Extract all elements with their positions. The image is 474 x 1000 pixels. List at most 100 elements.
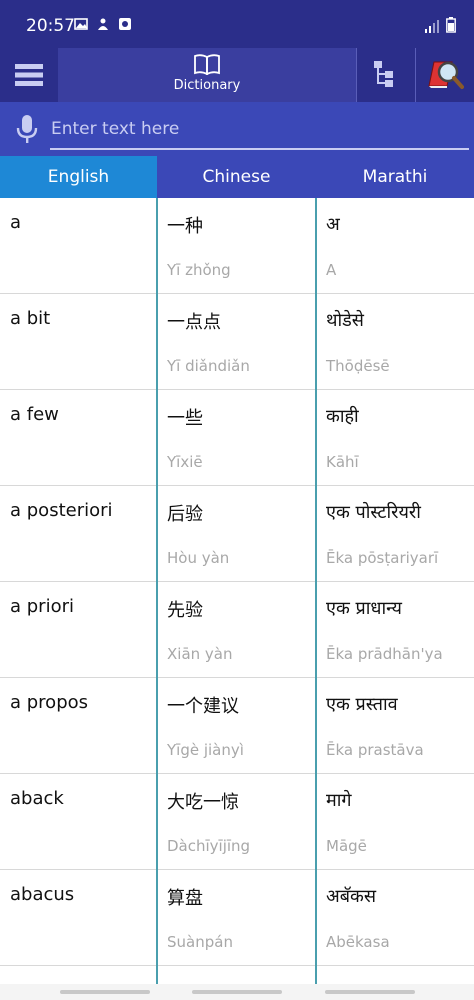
chinese-word: 一种 <box>167 216 203 237</box>
marathi-cell: अA <box>316 198 474 294</box>
table-row[interactable]: a 一种 Yī zhǒng अA <box>0 198 474 294</box>
marathi-romanization: Māgē <box>326 837 367 855</box>
chinese-romanization: Hòu yàn <box>167 549 230 567</box>
marathi-word: एक प्रस्ताव <box>326 694 398 715</box>
marathi-romanization: Kāhī <box>326 453 359 471</box>
chinese-word: 后验 <box>167 504 203 525</box>
chinese-cell: 算盘 Suànpán <box>157 870 315 966</box>
list-menu-icon <box>15 64 43 86</box>
english-word: a posteriori <box>10 500 113 521</box>
chinese-cell: 一点点 Yī diǎndiǎn <box>157 294 315 390</box>
chinese-cell: 一种 Yī zhǒng <box>157 198 315 294</box>
status-bar: 20:57 <box>0 0 474 48</box>
english-word: a bit <box>10 308 51 329</box>
chinese-romanization: Yī diǎndiǎn <box>167 357 250 375</box>
system-nav-bar <box>0 984 474 1000</box>
menu-button[interactable] <box>0 48 58 102</box>
dictionary-tab[interactable]: Dictionary <box>58 48 356 102</box>
english-cell: a few <box>0 390 156 486</box>
nav-home-handle[interactable] <box>192 990 282 994</box>
marathi-romanization: Abēkasa <box>326 933 390 951</box>
english-word: a few <box>10 404 59 425</box>
english-word: a propos <box>10 692 89 713</box>
chinese-romanization: Yīxiē <box>167 453 203 471</box>
marathi-romanization: A <box>326 261 337 279</box>
marathi-word: अबॅकस <box>326 886 377 907</box>
tab-chinese[interactable]: Chinese <box>157 156 316 198</box>
column-divider <box>315 198 317 984</box>
chinese-romanization: Yīgè jiànyì <box>167 741 244 759</box>
english-cell: a posteriori <box>0 486 156 582</box>
marathi-cell: काही Kāhī <box>316 390 474 486</box>
word-list: a 一种 Yī zhǒng अA a bit 一点点 Yī diǎndiǎn थोड… <box>0 198 474 1000</box>
marathi-word: मागे <box>326 790 352 811</box>
notification-icons <box>74 17 132 31</box>
search-bar <box>0 102 474 156</box>
signal-icon <box>425 20 439 33</box>
table-row[interactable]: a priori 先验 Xiān yàn एक प्राधान्य Ēka prād… <box>0 582 474 678</box>
chinese-romanization: Suànpán <box>167 933 233 951</box>
search-dictionary-button[interactable] <box>416 48 474 102</box>
chinese-word: 一个建议 <box>167 696 239 717</box>
book-magnifier-icon <box>428 61 464 89</box>
marathi-romanization: Ēka prādhān'ya <box>326 645 443 663</box>
app-notification-icon <box>98 18 108 30</box>
app-toolbar: Dictionary <box>0 48 474 102</box>
chinese-cell: 后验 Hòu yàn <box>157 486 315 582</box>
chinese-word: 先验 <box>167 600 203 621</box>
chinese-word: 一点点 <box>167 312 221 333</box>
marathi-cell: थोडेसे Thōḍēsē <box>316 294 474 390</box>
table-row[interactable]: aback 大吃一惊 Dàchīyījīng मागे Māgē <box>0 774 474 870</box>
marathi-cell: एक प्राधान्य Ēka prādhān'ya <box>316 582 474 678</box>
table-row[interactable]: a posteriori 后验 Hòu yàn एक पोस्टरियरी Ēka … <box>0 486 474 582</box>
marathi-word: एक पोस्टरियरी <box>326 502 421 523</box>
chinese-word: 算盘 <box>167 888 203 909</box>
column-divider <box>156 198 158 984</box>
english-cell: a priori <box>0 582 156 678</box>
english-cell: a bit <box>0 294 156 390</box>
search-input[interactable] <box>50 114 469 150</box>
table-row[interactable]: abacus 算盘 Suànpán अबॅकस Abēkasa <box>0 870 474 966</box>
chinese-cell: 一个建议 Yīgè jiànyì <box>157 678 315 774</box>
marathi-romanization: Ēka prastāva <box>326 741 424 759</box>
chinese-romanization: Yī zhǒng <box>167 261 231 279</box>
marathi-word: एक प्राधान्य <box>326 598 402 619</box>
marathi-word: थोडेसे <box>326 310 364 331</box>
camera-notification-icon <box>119 18 131 30</box>
gallery-icon <box>74 18 88 30</box>
status-time: 20:57 <box>26 16 75 36</box>
dictionary-label: Dictionary <box>173 78 241 93</box>
chinese-word: 一些 <box>167 408 203 429</box>
english-cell: aback <box>0 774 156 870</box>
tab-english[interactable]: English <box>0 156 157 198</box>
english-cell: a propos <box>0 678 156 774</box>
hierarchy-button[interactable] <box>357 48 415 102</box>
marathi-cell: एक प्रस्ताव Ēka prastāva <box>316 678 474 774</box>
chinese-romanization: Dàchīyījīng <box>167 837 251 855</box>
nav-recents-handle[interactable] <box>325 990 415 994</box>
microphone-icon[interactable] <box>15 114 39 144</box>
english-word: aback <box>10 788 64 809</box>
chinese-cell: 先验 Xiān yàn <box>157 582 315 678</box>
english-cell: abacus <box>0 870 156 966</box>
system-icons <box>424 17 456 33</box>
nav-back-handle[interactable] <box>60 990 150 994</box>
english-word: abacus <box>10 884 75 905</box>
marathi-cell: अबॅकस Abēkasa <box>316 870 474 966</box>
tab-marathi[interactable]: Marathi <box>316 156 474 198</box>
marathi-romanization: Ēka pōsṭariyarī <box>326 549 439 567</box>
english-word: a <box>10 212 22 233</box>
chinese-cell: 一些 Yīxiē <box>157 390 315 486</box>
marathi-word: काही <box>326 406 359 427</box>
marathi-cell: मागे Māgē <box>316 774 474 870</box>
chinese-word: 大吃一惊 <box>167 792 239 813</box>
battery-icon <box>446 17 456 33</box>
open-book-icon <box>194 54 220 75</box>
table-row[interactable]: a propos 一个建议 Yīgè jiànyì एक प्रस्ताव Ēka … <box>0 678 474 774</box>
table-row[interactable]: a few 一些 Yīxiē काही Kāhī <box>0 390 474 486</box>
table-row[interactable]: a bit 一点点 Yī diǎndiǎn थोडेसे Thōḍēsē <box>0 294 474 390</box>
marathi-romanization: Thōḍēsē <box>326 357 390 375</box>
marathi-cell: एक पोस्टरियरी Ēka pōsṭariyarī <box>316 486 474 582</box>
marathi-word: अ <box>326 214 340 235</box>
language-tabs: English Chinese Marathi <box>0 156 474 198</box>
